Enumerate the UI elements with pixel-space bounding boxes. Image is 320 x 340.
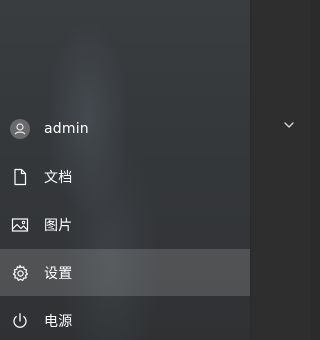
settings-label: 设置 (44, 265, 73, 282)
chevron-down-icon[interactable] (282, 117, 296, 131)
document-icon (10, 167, 30, 187)
user-avatar-icon (10, 118, 30, 139)
start-menu: admin 文档 图片 设置 电源 (0, 0, 311, 340)
documents-label: 文档 (44, 169, 73, 186)
pictures-item[interactable]: 图片 (0, 201, 250, 248)
pictures-icon (10, 215, 30, 235)
user-name-label: admin (44, 120, 89, 137)
power-item[interactable]: 电源 (0, 297, 250, 340)
user-account-item[interactable]: admin (0, 105, 250, 152)
power-icon (10, 311, 30, 331)
power-label: 电源 (44, 313, 73, 330)
app-list-panel (250, 0, 311, 340)
gear-icon (10, 263, 30, 283)
documents-item[interactable]: 文档 (0, 153, 250, 200)
pictures-label: 图片 (44, 217, 73, 234)
settings-item[interactable]: 设置 (0, 249, 250, 296)
panel-divider (250, 0, 251, 340)
